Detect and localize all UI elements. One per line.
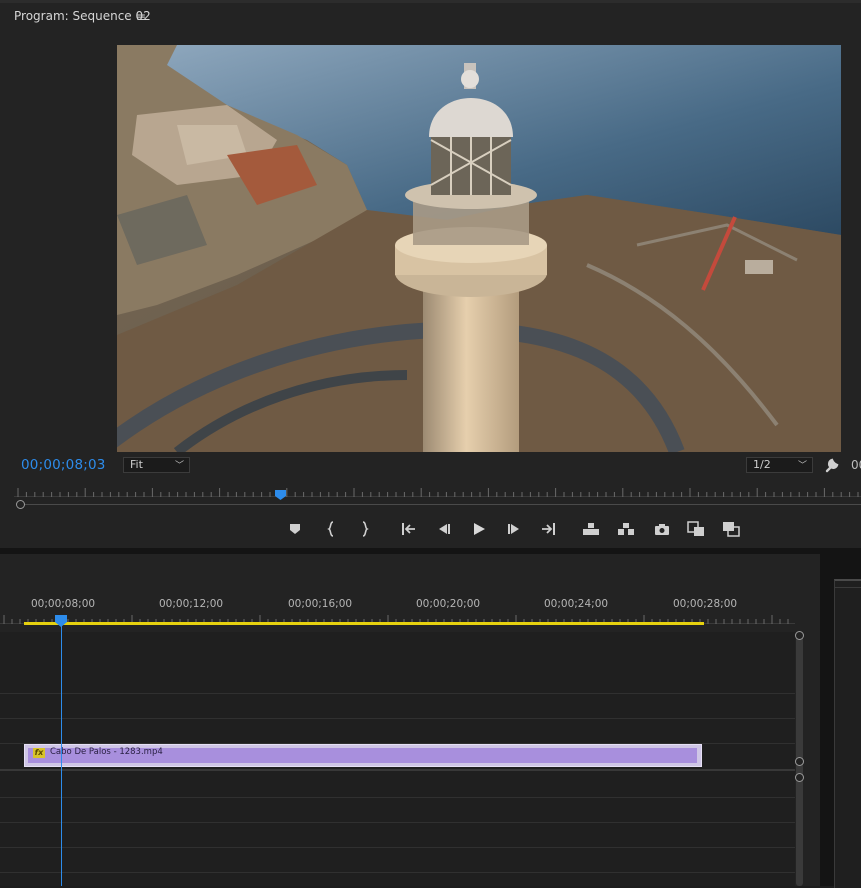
zoom-fit-dropdown[interactable]: Fit ﹀ [123, 457, 190, 473]
marker-icon [290, 524, 300, 534]
ruler-label: 00;00;08;00 [31, 598, 96, 610]
wrench-icon[interactable] [823, 456, 841, 474]
playhead-timecode[interactable]: 00;00;08;03 [21, 457, 106, 473]
adjacent-panel [820, 554, 861, 888]
go-to-out-icon [542, 523, 555, 535]
track-divider [0, 718, 795, 719]
timeline-clip[interactable]: fx Cabo De Palos - 1283.mp4 [24, 744, 702, 767]
program-time-ruler[interactable] [14, 484, 861, 498]
lift-button[interactable] [581, 519, 601, 539]
play-icon [474, 523, 485, 535]
audio-tracks-area[interactable] [0, 771, 795, 886]
comparison-view-button[interactable] [686, 519, 706, 539]
zoom-scroll-track[interactable] [14, 499, 861, 511]
proxy-icon [723, 522, 740, 537]
lift-icon [583, 523, 599, 535]
track-divider [0, 872, 795, 873]
playback-resolution-value: 1/2 [753, 458, 771, 471]
camera-icon [655, 523, 669, 535]
chevron-down-icon: ﹀ [174, 461, 184, 471]
panel-title[interactable]: Program: Sequence 02 [14, 9, 151, 23]
ruler-label: 00;00;12;00 [159, 598, 224, 610]
go-to-in-button[interactable] [399, 519, 419, 539]
playback-resolution-dropdown[interactable]: 1/2 ﹀ [746, 457, 813, 473]
mark-in-button[interactable] [322, 519, 342, 539]
track-divider [0, 797, 795, 798]
export-frame-button[interactable] [652, 519, 672, 539]
zoom-scroll-handle[interactable] [16, 500, 25, 509]
toggle-proxies-button[interactable] [721, 519, 741, 539]
work-area-bar[interactable] [24, 622, 704, 625]
scroll-handle-top[interactable] [795, 773, 804, 782]
step-back-icon [439, 524, 450, 534]
extract-icon [618, 523, 634, 535]
scroll-handle-bottom[interactable] [795, 757, 804, 766]
ruler-label: 00;00;16;00 [288, 598, 353, 610]
ruler-label: 00;00;24;00 [544, 598, 609, 610]
step-forward-icon [508, 524, 519, 534]
mark-in-icon [327, 521, 334, 537]
track-divider [0, 693, 795, 694]
program-video-frame[interactable] [117, 45, 841, 452]
chevron-down-icon: ﹀ [797, 461, 807, 471]
track-divider [0, 822, 795, 823]
timeline-playhead-head[interactable] [55, 612, 67, 627]
timeline-vertical-scrollbar[interactable] [794, 631, 805, 886]
lighthouse-aerial-image [117, 45, 841, 452]
ruler-label: 00;00;20;00 [416, 598, 481, 610]
program-playhead-marker[interactable] [275, 485, 286, 500]
hamburger-menu-icon[interactable]: ≡ [136, 10, 146, 24]
mark-out-icon [362, 521, 369, 537]
ruler-label: 00;00;28;00 [673, 598, 738, 610]
go-to-out-button[interactable] [538, 519, 558, 539]
mark-out-button[interactable] [354, 519, 374, 539]
fx-badge[interactable]: fx [33, 748, 45, 758]
zoom-fit-value: Fit [130, 458, 143, 471]
step-forward-button[interactable] [504, 519, 524, 539]
timeline-playhead-line [61, 622, 62, 886]
extract-button[interactable] [616, 519, 636, 539]
step-back-button[interactable] [434, 519, 454, 539]
play-button[interactable] [469, 519, 489, 539]
scroll-handle-top[interactable] [795, 631, 804, 640]
track-divider [0, 847, 795, 848]
duration-timecode-partial: 00 [851, 458, 861, 472]
add-marker-button[interactable] [285, 519, 305, 539]
go-to-in-icon [402, 523, 415, 535]
comparison-view-icon [687, 521, 704, 536]
clip-name: Cabo De Palos - 1283.mp4 [50, 747, 163, 757]
